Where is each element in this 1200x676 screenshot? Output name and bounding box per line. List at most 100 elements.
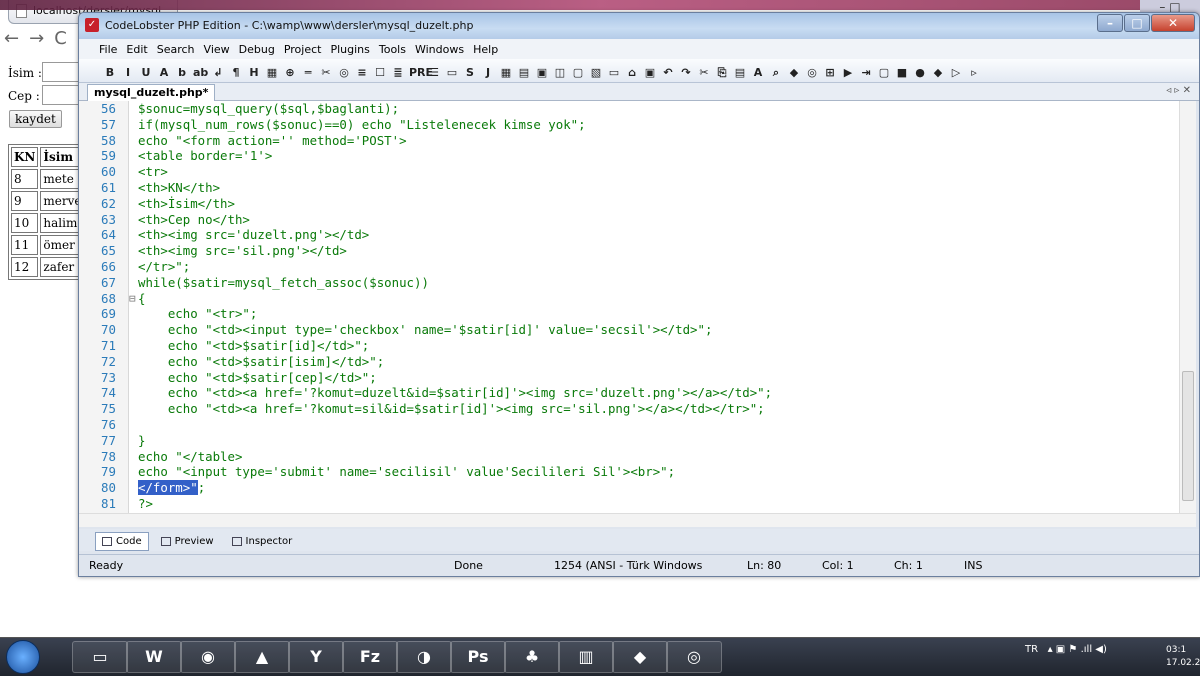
taskbar-app-button[interactable]: ◎: [666, 641, 722, 673]
toolbar-button[interactable]: ▭: [607, 66, 621, 80]
kaydet-button[interactable]: kaydet: [9, 110, 62, 128]
menu-plugins[interactable]: Plugins: [330, 43, 369, 59]
toolbar-button[interactable]: ◆: [931, 66, 945, 80]
window-titlebar[interactable]: ✓ CodeLobster PHP Edition - C:\wamp\www\…: [79, 13, 1199, 39]
toolbar-button[interactable]: ↶: [661, 66, 675, 80]
toolbar-button[interactable]: ◆: [787, 66, 801, 80]
taskbar-app-button[interactable]: ▭: [72, 641, 128, 673]
forward-icon[interactable]: →: [29, 28, 44, 49]
code-editor[interactable]: 56 $sonuc=mysql_query($sql,$baglanti); 57 i…: [79, 101, 1179, 513]
tab-inspector[interactable]: Inspector: [226, 532, 299, 551]
toolbar-button[interactable]: ✂: [697, 66, 711, 80]
toolbar-button[interactable]: S: [463, 66, 477, 80]
toolbar-button[interactable]: ☰: [427, 66, 441, 80]
tab-preview[interactable]: Preview: [155, 532, 220, 551]
toolbar-button[interactable]: ⇥: [859, 66, 873, 80]
back-icon[interactable]: ←: [4, 28, 19, 49]
toolbar-button[interactable]: ab: [193, 66, 208, 80]
code-line: ⊟ 68 {: [79, 291, 1179, 307]
toolbar-button[interactable]: PRE: [409, 66, 433, 80]
menu-edit[interactable]: Edit: [126, 43, 147, 59]
toolbar-button[interactable]: ⌕: [769, 66, 783, 80]
tab-code[interactable]: Code: [95, 532, 149, 551]
toolbar-button[interactable]: ▧: [589, 66, 603, 80]
vertical-scrollbar[interactable]: [1179, 101, 1196, 513]
menu-windows[interactable]: Windows: [415, 43, 464, 59]
toolbar-button[interactable]: B: [103, 66, 117, 80]
menu-project[interactable]: Project: [284, 43, 322, 59]
toolbar-button[interactable]: ☐: [373, 66, 387, 80]
menu-debug[interactable]: Debug: [239, 43, 275, 59]
toolbar-button[interactable]: ⎘: [715, 66, 729, 80]
toolbar-button[interactable]: J: [481, 66, 495, 80]
code-line: 67 while($satir=mysql_fetch_assoc($sonuc)…: [79, 275, 1179, 291]
cep-input[interactable]: [42, 85, 82, 105]
toolbar-button[interactable]: H: [247, 66, 261, 80]
toolbar-button[interactable]: ■: [895, 66, 909, 80]
toolbar-button[interactable]: ▦: [265, 66, 279, 80]
scroll-thumb[interactable]: [1182, 371, 1194, 501]
tray-icons[interactable]: ▴ ▣ ⚑ .ıll ◀): [1048, 644, 1107, 655]
toolbar-button[interactable]: ▶: [841, 66, 855, 80]
toolbar-button[interactable]: U: [139, 66, 153, 80]
toolbar-button[interactable]: ≣: [391, 66, 405, 80]
file-tab[interactable]: mysql_duzelt.php*: [87, 84, 216, 101]
toolbar-button[interactable]: ═: [301, 66, 315, 80]
taskbar-app-button[interactable]: ▲: [234, 641, 290, 673]
toolbar-button[interactable]: ▤: [517, 66, 531, 80]
toolbar-button[interactable]: ≡: [355, 66, 369, 80]
toolbar-button[interactable]: ¶: [229, 66, 243, 80]
taskbar-app-button[interactable]: ▥: [558, 641, 614, 673]
file-tab-nav[interactable]: ◃ ▹ ✕: [1166, 85, 1191, 96]
toolbar-button[interactable]: ●: [913, 66, 927, 80]
close-button[interactable]: ✕: [1151, 14, 1195, 32]
maximize-button[interactable]: □: [1124, 14, 1150, 32]
toolbar-button[interactable]: ▣: [535, 66, 549, 80]
toolbar-button[interactable]: ▷: [949, 66, 963, 80]
fold-icon[interactable]: ⊟: [129, 291, 136, 307]
minimize-button[interactable]: –: [1097, 14, 1123, 32]
code-line: 79 echo "<input type='submit' name='secil…: [79, 464, 1179, 480]
language-indicator[interactable]: TR: [1025, 644, 1038, 655]
toolbar-button[interactable]: ▦: [499, 66, 513, 80]
horizontal-scrollbar[interactable]: [79, 513, 1196, 527]
menu-help[interactable]: Help: [473, 43, 498, 59]
menu-tools[interactable]: Tools: [379, 43, 406, 59]
taskbar-app-button[interactable]: ◉: [180, 641, 236, 673]
toolbar-button[interactable]: A: [157, 66, 171, 80]
toolbar-button[interactable]: ↷: [679, 66, 693, 80]
toolbar-button[interactable]: ▣: [643, 66, 657, 80]
isim-input[interactable]: [42, 62, 82, 82]
taskbar-app-button[interactable]: Y: [288, 641, 344, 673]
toolbar-button[interactable]: ⊞: [823, 66, 837, 80]
menu-search[interactable]: Search: [157, 43, 195, 59]
menu-file[interactable]: File: [99, 43, 117, 59]
taskbar-app-button[interactable]: ◑: [396, 641, 452, 673]
toolbar-button[interactable]: b: [175, 66, 189, 80]
toolbar-button[interactable]: ▹: [967, 66, 981, 80]
reload-icon[interactable]: C: [54, 28, 67, 49]
start-button[interactable]: [6, 640, 40, 674]
menu-view[interactable]: View: [204, 43, 230, 59]
taskbar-app-button[interactable]: Fz: [342, 641, 398, 673]
toolbar-button[interactable]: ✂: [319, 66, 333, 80]
taskbar-app-button[interactable]: W: [126, 641, 182, 673]
clock[interactable]: 03:1 17.02.2: [1166, 644, 1200, 670]
toolbar-button[interactable]: ↲: [211, 66, 225, 80]
toolbar-button[interactable]: ▢: [571, 66, 585, 80]
toolbar-button[interactable]: ▤: [733, 66, 747, 80]
toolbar-button[interactable]: I: [121, 66, 135, 80]
taskbar-app-button[interactable]: ◆: [612, 641, 668, 673]
taskbar-app-button[interactable]: ♣: [504, 641, 560, 673]
code-area: 56 $sonuc=mysql_query($sql,$baglanti); 57 i…: [79, 101, 1179, 512]
toolbar-button[interactable]: ▭: [445, 66, 459, 80]
toolbar-button[interactable]: ◎: [337, 66, 351, 80]
toolbar-button[interactable]: ◫: [553, 66, 567, 80]
toolbar-button[interactable]: ⌂: [625, 66, 639, 80]
toolbar-button[interactable]: ⊕: [283, 66, 297, 80]
toolbar-button[interactable]: ◎: [805, 66, 819, 80]
line-number: 73: [101, 369, 116, 385]
taskbar-app-button[interactable]: Ps: [450, 641, 506, 673]
toolbar-button[interactable]: ▢: [877, 66, 891, 80]
toolbar-button[interactable]: A: [751, 66, 765, 80]
